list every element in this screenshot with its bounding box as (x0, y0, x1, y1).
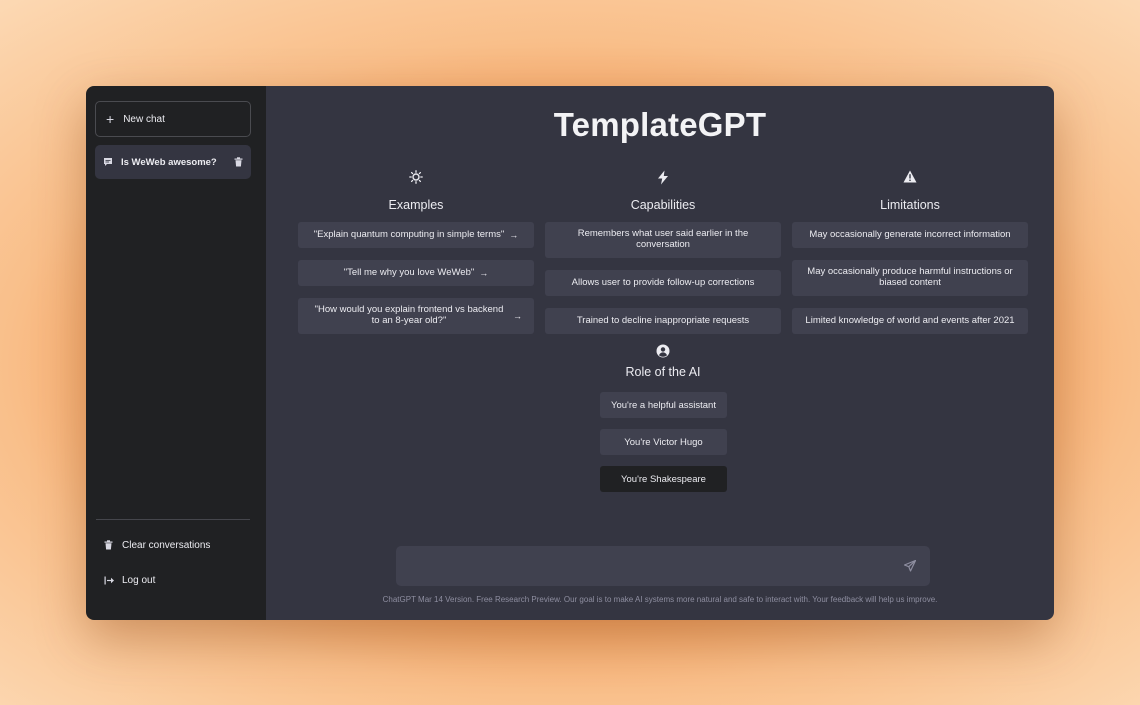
examples-header: Examples (298, 170, 534, 222)
arrow-right-icon: → (513, 310, 522, 321)
example-prompt-text: "Tell me why you love WeWeb" (343, 266, 475, 278)
example-prompt-text: "How would you explain frontend vs backe… (314, 304, 504, 326)
capabilities-heading: Capabilities (630, 198, 696, 212)
log-out-label: Log out (122, 574, 156, 586)
example-prompt-text: "Explain quantum computing in simple ter… (313, 228, 505, 240)
main-panel: TemplateGPT Examples "Explain quantum co… (266, 86, 1054, 620)
message-icon (103, 157, 113, 167)
log-out-button[interactable]: Log out (96, 565, 252, 595)
limitation-card: May occasionally produce harmful instruc… (792, 260, 1028, 296)
example-prompt-button[interactable]: "Explain quantum computing in simple ter… (298, 222, 534, 248)
role-option-helpful-assistant[interactable]: You're a helpful assistant (600, 392, 727, 418)
conversation-item[interactable]: Is WeWeb awesome? (95, 145, 251, 179)
example-prompt-button[interactable]: "Tell me why you love WeWeb" → (298, 260, 534, 286)
capability-text: Remembers what user said earlier in the … (577, 228, 749, 250)
limitation-text: Limited knowledge of world and events af… (805, 314, 1015, 326)
app-window: + New chat Is WeWeb awesome? Clear conve… (86, 86, 1054, 620)
role-option-shakespeare[interactable]: You're Shakespeare (600, 466, 727, 492)
limitations-header: Limitations (792, 170, 1028, 222)
new-chat-label: New chat (123, 113, 165, 125)
clear-conversations-button[interactable]: Clear conversations (96, 530, 252, 560)
limitation-card: Limited knowledge of world and events af… (792, 308, 1028, 334)
trash-icon (104, 540, 122, 550)
capabilities-column: Capabilities Remembers what user said ea… (545, 170, 781, 346)
sun-icon (298, 170, 534, 188)
capability-card: Remembers what user said earlier in the … (545, 222, 781, 258)
examples-heading: Examples (388, 198, 444, 212)
capability-text: Allows user to provide follow-up correct… (571, 276, 755, 288)
capability-text: Trained to decline inappropriate request… (576, 314, 750, 326)
limitations-column: Limitations May occasionally generate in… (792, 170, 1028, 346)
message-input[interactable] (396, 546, 886, 586)
log-out-icon (104, 576, 122, 585)
lightning-icon (545, 170, 781, 188)
arrow-right-icon: → (509, 229, 519, 240)
user-circle-icon (545, 344, 781, 358)
footer-disclaimer: ChatGPT Mar 14 Version. Free Research Pr… (382, 595, 938, 604)
capability-card: Trained to decline inappropriate request… (545, 308, 781, 334)
role-header: Role of the AI (545, 344, 781, 379)
delete-conversation-icon[interactable] (234, 157, 243, 167)
page-title: TemplateGPT (553, 106, 767, 143)
role-heading: Role of the AI (625, 365, 701, 379)
capability-card: Allows user to provide follow-up correct… (545, 270, 781, 296)
limitation-card: May occasionally generate incorrect info… (792, 222, 1028, 248)
capabilities-header: Capabilities (545, 170, 781, 222)
limitation-text: May occasionally generate incorrect info… (809, 228, 1011, 240)
sidebar-divider (96, 519, 250, 520)
plus-icon: + (106, 111, 115, 127)
conversation-title: Is WeWeb awesome? (121, 156, 217, 168)
limitations-heading: Limitations (880, 198, 940, 212)
sidebar: + New chat Is WeWeb awesome? Clear conve… (86, 86, 266, 620)
message-input-box (396, 546, 930, 586)
new-chat-button[interactable]: + New chat (95, 101, 251, 137)
example-prompt-button[interactable]: "How would you explain frontend vs backe… (298, 298, 534, 334)
examples-column: Examples "Explain quantum computing in s… (298, 170, 534, 346)
limitation-text: May occasionally produce harmful instruc… (807, 266, 1013, 288)
role-option-victor-hugo[interactable]: You're Victor Hugo (600, 429, 727, 455)
warning-icon (792, 170, 1028, 188)
arrow-right-icon: → (479, 267, 489, 278)
clear-conversations-label: Clear conversations (122, 539, 211, 551)
send-icon[interactable] (904, 560, 918, 574)
